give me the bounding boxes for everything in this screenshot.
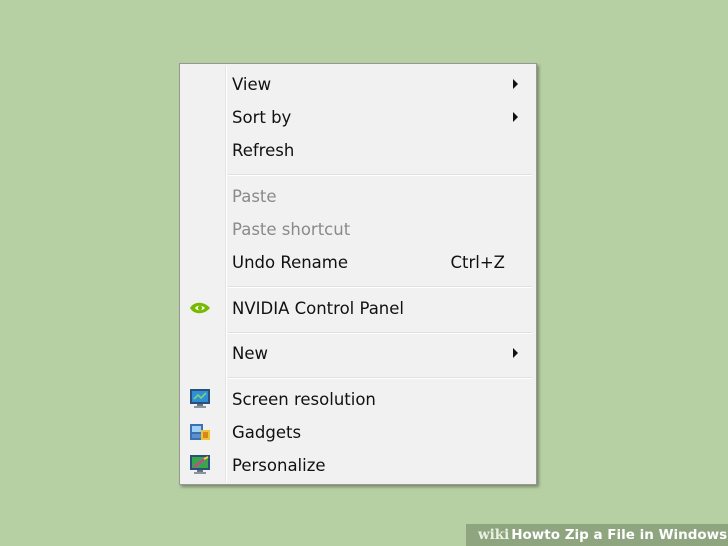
menu-item-sort-by[interactable]: Sort by <box>182 101 534 133</box>
watermark-brand-suffix: How <box>511 527 545 543</box>
watermark-title: to Zip a File in Windows XP <box>544 527 728 543</box>
menu-item-label: NVIDIA Control Panel <box>232 298 405 318</box>
menu-item-shortcut: Ctrl+Z <box>450 252 506 272</box>
watermark-brand-prefix: wiki <box>478 527 510 543</box>
menu-item-label: Sort by <box>232 107 292 127</box>
nvidia-icon <box>188 297 212 319</box>
menu-item-view[interactable]: View <box>182 68 534 100</box>
menu-item-label: Paste <box>232 186 277 206</box>
menu-item-label: Gadgets <box>232 422 302 442</box>
menu-item-label: New <box>232 343 268 363</box>
menu-separator <box>228 332 532 334</box>
menu-item-paste[interactable]: Paste <box>182 180 534 212</box>
menu-item-label: Undo Rename <box>232 252 349 272</box>
menu-item-new[interactable]: New <box>182 337 534 369</box>
menu-item-label: View <box>232 74 272 94</box>
menu-item-screen-resolution[interactable]: Screen resolution <box>182 383 534 415</box>
menu-item-paste-shortcut[interactable]: Paste shortcut <box>182 213 534 245</box>
wikihow-watermark: wikiHow to Zip a File in Windows XP <box>466 524 728 546</box>
menu-item-label: Screen resolution <box>232 389 376 409</box>
menu-separator <box>228 174 532 176</box>
monitor-icon <box>188 388 212 410</box>
menu-item-label: Refresh <box>232 140 295 160</box>
menu-separator <box>228 286 532 288</box>
menu-item-refresh[interactable]: Refresh <box>182 134 534 166</box>
submenu-arrow-icon <box>513 79 518 89</box>
menu-separator <box>228 377 532 379</box>
personalize-icon <box>188 454 212 476</box>
menu-item-nvidia-control-panel[interactable]: NVIDIA Control Panel <box>182 292 534 324</box>
desktop-context-menu: View Sort by Refresh Paste Paste shortcu… <box>179 63 537 485</box>
submenu-arrow-icon <box>513 112 518 122</box>
menu-item-personalize[interactable]: Personalize <box>182 449 534 481</box>
menu-item-label: Personalize <box>232 455 326 475</box>
menu-item-gadgets[interactable]: Gadgets <box>182 416 534 448</box>
gadgets-icon <box>188 421 212 443</box>
menu-item-label: Paste shortcut <box>232 219 351 239</box>
menu-item-undo-rename[interactable]: Undo Rename Ctrl+Z <box>182 246 534 278</box>
submenu-arrow-icon <box>513 348 518 358</box>
